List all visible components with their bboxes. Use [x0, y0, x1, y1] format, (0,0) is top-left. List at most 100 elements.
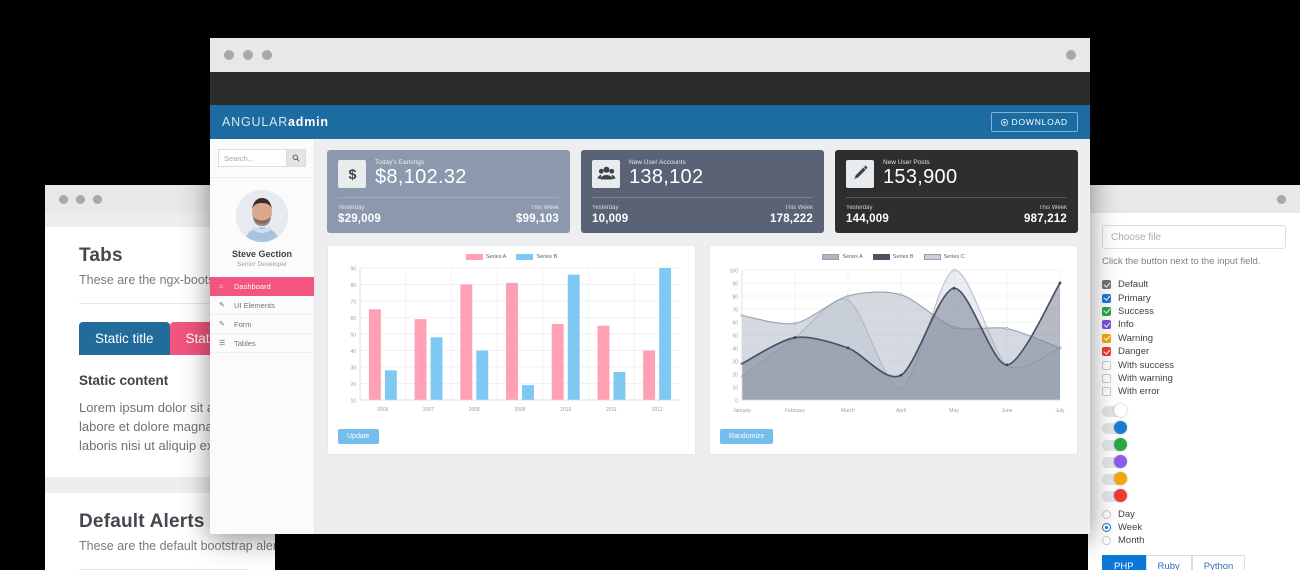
checkbox-row-with-success[interactable]: With success — [1102, 358, 1286, 371]
close-dot-icon[interactable] — [224, 50, 234, 60]
legend-item-series-c[interactable]: Series C — [923, 254, 965, 260]
checkbox-row-with-error[interactable]: With error — [1102, 385, 1286, 398]
toggle-track[interactable] — [1102, 404, 1127, 418]
stat-footer-key: This Week — [784, 205, 813, 211]
sidebar-nav: ⌂ Dashboard ✎ UI Elements ✎ Form ☰ Tables — [210, 277, 314, 353]
right-window-titlebar[interactable] — [1088, 185, 1300, 213]
checkbox-row-danger[interactable]: Danger — [1102, 345, 1286, 358]
checkbox-label: Success — [1118, 305, 1154, 317]
success-toggle[interactable] — [1102, 437, 1286, 454]
stat-footer-value: 987,212 — [1024, 213, 1067, 225]
update-button[interactable]: Update — [338, 429, 379, 444]
stat-card-new-user-posts: New User Posts 153,900 Yesterday 144,009 Thi… — [835, 150, 1078, 233]
checkbox-icon[interactable] — [1102, 387, 1111, 397]
file-input[interactable]: Choose file — [1102, 225, 1286, 249]
main-window-titlebar[interactable] — [210, 38, 1090, 72]
download-button-label: DOWNLOAD — [1011, 117, 1068, 127]
toggle-knob[interactable] — [1114, 489, 1127, 503]
brand-bold: admin — [288, 115, 329, 129]
radio-row-day[interactable]: Day — [1102, 508, 1286, 521]
checkbox-icon[interactable] — [1102, 306, 1111, 316]
warning-toggle[interactable] — [1102, 471, 1286, 488]
minimize-dot-icon[interactable] — [243, 50, 253, 60]
checkbox-row-primary[interactable]: Primary — [1102, 291, 1286, 304]
legend-label: Series C — [943, 254, 965, 260]
browser-dark-strip — [210, 72, 1090, 105]
toggle-track[interactable] — [1102, 455, 1127, 469]
checkbox-label: Warning — [1118, 332, 1154, 344]
checkbox-row-warning[interactable]: Warning — [1102, 332, 1286, 345]
svg-text:2007: 2007 — [423, 407, 434, 413]
checkbox-icon[interactable] — [1102, 373, 1111, 383]
toggle-knob[interactable] — [1114, 421, 1127, 435]
toggle-track[interactable] — [1102, 472, 1127, 486]
checkbox-icon[interactable] — [1102, 293, 1111, 303]
info-toggle[interactable] — [1102, 454, 1286, 471]
search-button[interactable] — [286, 149, 306, 167]
danger-toggle[interactable] — [1102, 488, 1286, 505]
toggle-track[interactable] — [1102, 489, 1127, 503]
legend-label: Series B — [536, 254, 558, 260]
legend-swatch — [516, 254, 534, 260]
checkbox-row-info[interactable]: Info — [1102, 318, 1286, 331]
maximize-dot-icon[interactable] — [1277, 194, 1286, 204]
legend-item-series-a[interactable]: Series A — [465, 254, 506, 260]
sidebar-item-tables[interactable]: ☰ Tables — [210, 334, 314, 353]
svg-text:10: 10 — [350, 398, 356, 404]
user-photo-icon — [236, 190, 288, 242]
checkbox-row-with-warning[interactable]: With warning — [1102, 372, 1286, 385]
legend-item-series-a[interactable]: Series A — [822, 254, 863, 260]
legend-item-series-b[interactable]: Series B — [516, 254, 557, 260]
toggle-knob[interactable] — [1114, 472, 1127, 486]
stat-footer-value: 178,222 — [770, 213, 813, 225]
lang-tab-php[interactable]: PHP — [1102, 554, 1146, 570]
stat-card-footer-right: This Week 987,212 — [1024, 205, 1067, 225]
checkbox-row-default[interactable]: Default — [1102, 278, 1286, 291]
download-button[interactable]: DOWNLOAD — [990, 112, 1078, 132]
bar-chart-legend: Series A Series B — [334, 254, 689, 260]
radio-icon[interactable] — [1102, 536, 1111, 546]
menu-dot-icon[interactable] — [1066, 50, 1076, 60]
radio-icon[interactable] — [1102, 523, 1111, 533]
sidebar-item-ui-elements[interactable]: ✎ UI Elements — [210, 296, 314, 315]
maximize-dot-icon[interactable] — [93, 194, 102, 204]
dollar-icon: $ — [338, 159, 366, 188]
avatar[interactable] — [236, 190, 288, 242]
randomize-button[interactable]: Randomize — [720, 429, 774, 444]
svg-text:70: 70 — [732, 307, 738, 313]
tab-static-title[interactable]: Static title — [79, 322, 170, 355]
checkbox-icon[interactable] — [1102, 347, 1111, 357]
maximize-dot-icon[interactable] — [262, 50, 272, 60]
legend-item-series-b[interactable]: Series B — [872, 254, 914, 260]
checkbox-icon[interactable] — [1102, 320, 1111, 330]
checkbox-icon[interactable] — [1102, 280, 1111, 290]
search-input[interactable]: Search... — [218, 149, 286, 167]
minimize-dot-icon[interactable] — [76, 194, 85, 204]
close-dot-icon[interactable] — [59, 194, 68, 204]
divider — [846, 197, 1067, 198]
svg-text:70: 70 — [350, 299, 356, 305]
legend-label: Series B — [892, 254, 914, 260]
svg-text:90: 90 — [732, 281, 738, 287]
toggle-knob[interactable] — [1114, 404, 1127, 418]
toggle-track[interactable] — [1102, 421, 1127, 435]
svg-text:50: 50 — [732, 333, 738, 339]
lang-tab-ruby[interactable]: Ruby — [1145, 554, 1192, 570]
svg-text:90: 90 — [350, 266, 356, 272]
toggle-knob[interactable] — [1114, 438, 1127, 452]
search-box[interactable]: Search... — [210, 139, 314, 178]
checkbox-icon[interactable] — [1102, 360, 1111, 370]
radio-row-week[interactable]: Week — [1102, 521, 1286, 534]
radio-icon[interactable] — [1102, 509, 1111, 519]
sidebar-item-dashboard[interactable]: ⌂ Dashboard — [210, 277, 314, 296]
primary-toggle[interactable] — [1102, 420, 1286, 437]
default-toggle[interactable] — [1102, 403, 1286, 420]
checkbox-row-success[interactable]: Success — [1102, 305, 1286, 318]
lang-tab-python[interactable]: Python — [1191, 554, 1246, 570]
toggle-track[interactable] — [1102, 438, 1127, 452]
brand-logo[interactable]: ANGULARadmin — [222, 115, 329, 129]
checkbox-icon[interactable] — [1102, 333, 1111, 343]
sidebar-item-form[interactable]: ✎ Form — [210, 315, 314, 334]
toggle-knob[interactable] — [1114, 455, 1127, 469]
radio-row-month[interactable]: Month — [1102, 534, 1286, 547]
